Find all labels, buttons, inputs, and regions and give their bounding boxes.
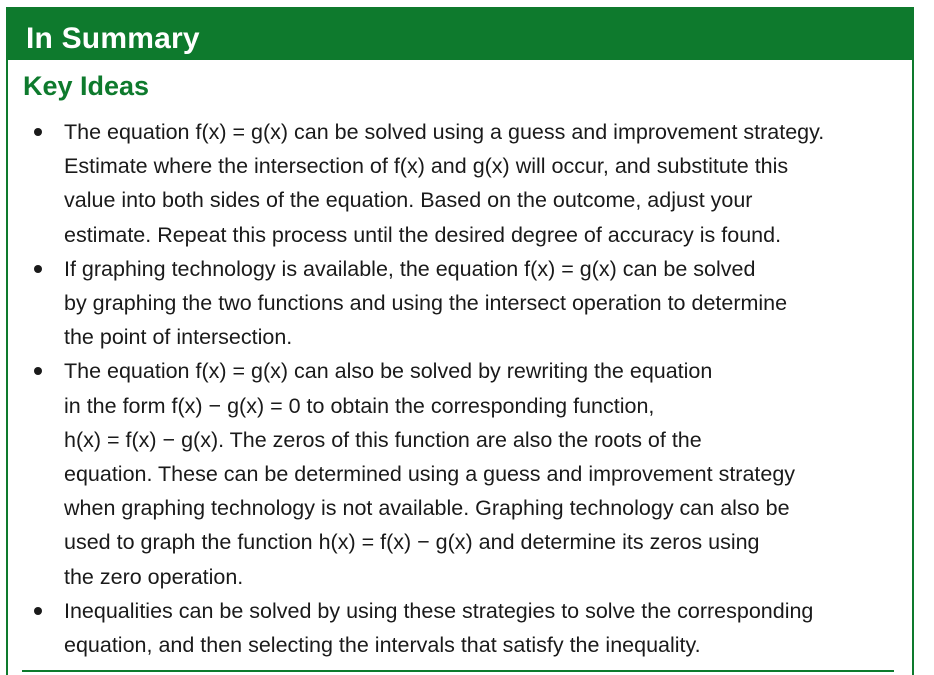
bullet-dot-icon <box>34 606 42 615</box>
key-idea-zeros-function: The equation f(x) = g(x) can also be sol… <box>30 354 900 593</box>
summary-header-title: In Summary <box>26 22 200 55</box>
bullet-line: by graphing the two functions and using … <box>64 291 788 316</box>
bullet-dot-icon <box>34 264 42 273</box>
bullet-line: Estimate where the intersection of f(x) … <box>64 154 789 179</box>
bullet-line: The equation f(x) = g(x) can also be sol… <box>64 359 713 384</box>
bullet-line: in the form f(x) − g(x) = 0 to obtain th… <box>64 393 655 418</box>
bullet-line: Inequalities can be solved by using thes… <box>64 598 814 623</box>
bullet-line: equation, and then selecting the interva… <box>64 633 701 658</box>
summary-header-bar: In Summary <box>6 7 914 60</box>
bullet-line: when graphing technology is not availabl… <box>64 496 790 521</box>
bullet-line: equation. These can be determined using … <box>64 462 796 487</box>
bullet-line: h(x) = f(x) − g(x). The zeros of this fu… <box>64 427 702 452</box>
bottom-divider <box>22 670 894 672</box>
key-ideas-heading: Key Ideas <box>23 71 150 101</box>
key-idea-guess-improve: The equation f(x) = g(x) can be solved u… <box>30 115 900 252</box>
bullet-line: value into both sides of the equation. B… <box>64 188 753 213</box>
key-idea-inequalities: Inequalities can be solved by using thes… <box>30 594 900 662</box>
bullet-line: used to graph the function h(x) = f(x) −… <box>64 530 760 555</box>
bullet-line: The equation f(x) = g(x) can be solved u… <box>64 120 825 144</box>
bullet-dot-icon <box>34 128 42 136</box>
bullet-line: the zero operation. <box>64 564 244 589</box>
bullet-line: estimate. Repeat this process until the … <box>64 222 782 247</box>
key-ideas-list: The equation f(x) = g(x) can be solved u… <box>30 115 900 662</box>
bullet-line: the point of intersection. <box>64 325 293 350</box>
bullet-dot-icon <box>34 367 42 376</box>
bullet-line: If graphing technology is available, the… <box>64 256 756 281</box>
summary-page: In Summary Key Ideas The equation f(x) =… <box>0 0 934 675</box>
key-idea-graphing-intersect: If graphing technology is available, the… <box>30 252 900 355</box>
